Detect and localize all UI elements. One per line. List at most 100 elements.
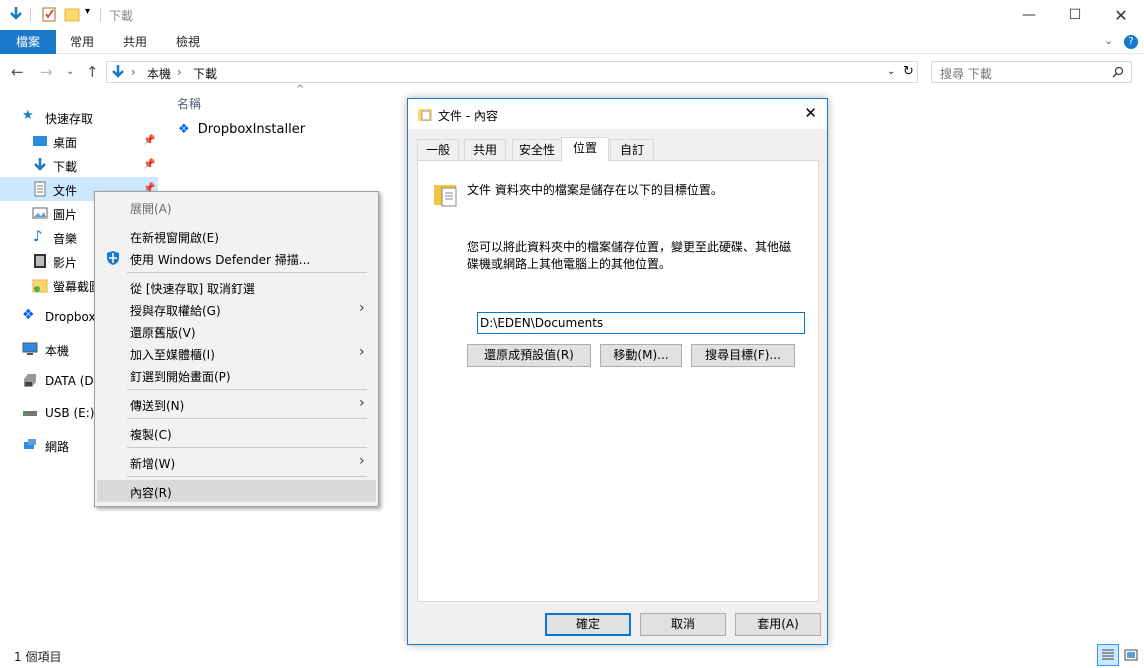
recent-locations-icon[interactable]: ⌄ [66, 66, 74, 77]
download-location-icon [112, 65, 124, 78]
menu-include-library[interactable]: 加入至媒體櫃(I) › [97, 342, 376, 364]
search-placeholder: 搜尋 下載 [940, 67, 992, 81]
dialog-close-icon[interactable]: ✕ [804, 104, 817, 122]
dropbox-installer-icon: ❖ [178, 122, 190, 137]
address-dropdown-icon[interactable]: ⌄ [887, 66, 895, 77]
pin-icon: 📌 [143, 135, 156, 146]
star-icon: ★ [22, 108, 34, 123]
menu-restore-versions[interactable]: 還原舊版(V) [97, 320, 376, 342]
breadcrumb-downloads[interactable]: 下載 [193, 65, 217, 82]
menu-properties[interactable]: 內容(R) [97, 480, 376, 502]
menu-send-to[interactable]: 傳送到(N) › [97, 393, 376, 415]
submenu-arrow-icon: › [359, 300, 365, 316]
address-bar[interactable]: › 本機 › 下載 ⌄ ↻ [106, 61, 918, 83]
column-header-name[interactable]: 名稱 [177, 95, 201, 112]
location-info-text: 文件 資料夾中的檔案是儲存在以下的目標位置。 [467, 183, 723, 197]
location-description-line1: 您可以將此資料夾中的檔案儲存位置，變更至此硬碟、其他磁 [467, 240, 792, 254]
screenshots-folder-icon [32, 279, 48, 293]
properties-dialog: 文件 - 內容 ✕ 一般 共用 安全性 位置 自訂 文件 資料夾中的檔案是儲存在… [407, 98, 828, 645]
close-button[interactable]: ✕ [1098, 0, 1144, 30]
drive-icon [24, 374, 36, 387]
maximize-button[interactable]: ☐ [1052, 0, 1098, 30]
download-icon [34, 158, 46, 171]
crumb-separator-icon: › [131, 65, 136, 79]
nav-desktop[interactable]: 桌面 📌 [0, 129, 158, 153]
back-button[interactable]: ← [11, 63, 24, 81]
window-title: 下載 [109, 9, 134, 23]
file-dropboxinstaller[interactable]: ❖ DropboxInstaller [178, 122, 305, 142]
details-view-icon[interactable] [1097, 644, 1119, 666]
document-icon [34, 181, 46, 197]
menu-unpin-quick-access[interactable]: 從 [快速存取] 取消釘選 [97, 276, 376, 298]
sort-ascending-icon: ^ [296, 84, 305, 95]
nav-quick-access[interactable]: ★ 快速存取 [0, 105, 158, 129]
menu-give-access[interactable]: 授與存取權給(G) › [97, 298, 376, 320]
location-panel: 文件 資料夾中的檔案是儲存在以下的目標位置。 您可以將此資料夾中的檔案儲存位置，… [417, 160, 819, 602]
minimize-button[interactable]: — [1006, 0, 1052, 30]
help-icon[interactable]: ? [1124, 35, 1138, 49]
refresh-icon[interactable]: ↻ [903, 64, 914, 79]
pictures-icon [32, 207, 48, 219]
tab-sharing[interactable]: 共用 [464, 139, 506, 161]
forward-button[interactable]: → [40, 63, 53, 81]
tab-security[interactable]: 安全性 [512, 139, 562, 161]
submenu-arrow-icon: › [359, 344, 365, 360]
folder-document-icon [434, 185, 457, 207]
search-input[interactable]: 搜尋 下載 [931, 61, 1132, 83]
tab-home[interactable]: 常用 [62, 30, 102, 54]
menu-pin-start[interactable]: 釘選到開始畫面(P) [97, 364, 376, 386]
defender-shield-icon [107, 251, 119, 265]
ribbon-expand-icon[interactable]: ⌄ [1104, 34, 1113, 47]
restore-default-button[interactable]: 還原成預設值(R) [467, 344, 591, 367]
documents-folder-icon [418, 109, 432, 121]
qat-dropdown-icon[interactable]: ▾ [85, 6, 90, 17]
dialog-title: 文件 - 內容 [438, 109, 498, 123]
tab-view[interactable]: 檢視 [168, 30, 208, 54]
tab-file[interactable]: 檔案 [0, 30, 56, 54]
breadcrumb-this-pc[interactable]: 本機 [147, 65, 171, 82]
music-icon: ♪ [33, 227, 43, 245]
large-icons-view-icon[interactable] [1120, 644, 1142, 666]
usb-drive-icon [23, 411, 37, 416]
menu-separator [127, 447, 367, 448]
dropbox-icon: ❖ [22, 307, 35, 323]
tab-location[interactable]: 位置 [561, 137, 609, 161]
tab-share[interactable]: 共用 [115, 30, 155, 54]
new-folder-icon[interactable] [64, 6, 80, 22]
dialog-titlebar: 文件 - 內容 ✕ [408, 99, 827, 129]
tab-general[interactable]: 一般 [417, 139, 459, 161]
menu-open-new-window[interactable]: 在新視窗開啟(E) [97, 225, 376, 247]
nav-downloads[interactable]: 下載 📌 [0, 153, 158, 177]
location-description-line2: 碟機或網路上其他電腦上的其他位置。 [467, 257, 672, 271]
status-item-count: 1 個項目 [14, 650, 62, 664]
find-target-button[interactable]: 搜尋目標(F)... [691, 344, 795, 367]
menu-new[interactable]: 新增(W) › [97, 451, 376, 473]
tab-customize[interactable]: 自訂 [610, 139, 654, 161]
location-path-input[interactable]: D:\EDEN\Documents [477, 312, 805, 334]
crumb-separator-icon: › [177, 65, 182, 79]
search-icon[interactable] [1112, 66, 1124, 78]
download-folder-icon [10, 7, 22, 20]
menu-expand[interactable]: 展開(A) [97, 196, 376, 218]
apply-button[interactable]: 套用(A) [735, 613, 821, 636]
menu-copy[interactable]: 複製(C) [97, 422, 376, 444]
ribbon-tabs: 檔案 常用 共用 檢視 ⌄ ? [0, 30, 1144, 54]
menu-defender-scan[interactable]: 使用 Windows Defender 掃描... [97, 247, 376, 269]
pin-icon: 📌 [143, 159, 156, 170]
context-menu: 展開(A) 在新視窗開啟(E) 使用 Windows Defender 掃描..… [94, 191, 379, 507]
move-button[interactable]: 移動(M)... [600, 344, 682, 367]
videos-icon [34, 254, 46, 268]
properties-icon[interactable] [41, 6, 57, 22]
ok-button[interactable]: 確定 [545, 613, 631, 636]
submenu-arrow-icon: › [359, 395, 365, 411]
desktop-icon [33, 136, 47, 146]
computer-icon [22, 342, 38, 355]
cancel-button[interactable]: 取消 [640, 613, 726, 636]
up-button[interactable]: ↑ [86, 63, 99, 81]
menu-separator [127, 476, 367, 477]
submenu-arrow-icon: › [359, 453, 365, 469]
menu-separator [127, 418, 367, 419]
menu-separator [127, 272, 367, 273]
explorer-titlebar: ▾ 下載 — ☐ ✕ [0, 0, 1144, 30]
network-icon [24, 439, 36, 449]
